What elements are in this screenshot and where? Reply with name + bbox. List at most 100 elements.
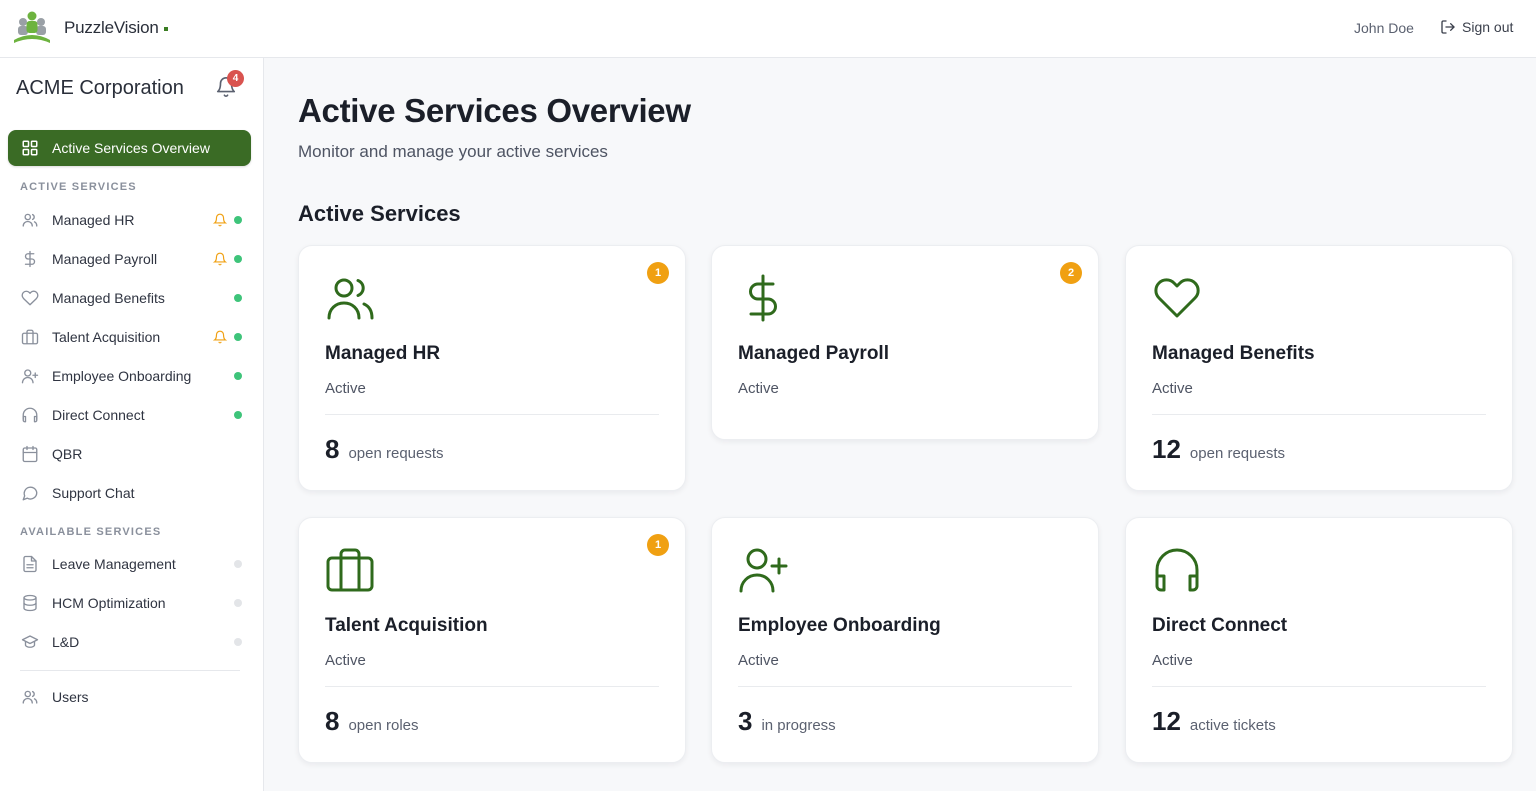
sidebar-item-label: L&D [52, 634, 80, 650]
sidebar-item-label: Active Services Overview [52, 140, 210, 156]
organization-name: ACME Corporation [16, 77, 184, 99]
headphones-icon [1152, 546, 1202, 594]
stat-unit: open roles [348, 717, 419, 734]
card-divider [738, 686, 1072, 687]
service-card-employee-onboarding[interactable]: Employee Onboarding Active 3 in progress [711, 517, 1099, 763]
service-stat: 8 open requests [325, 434, 444, 465]
notification-badge: 1 [647, 534, 669, 556]
brand-name: PuzzleVision [64, 18, 168, 38]
sidebar-divider [20, 670, 240, 671]
service-stat: 12 active tickets [1152, 706, 1276, 737]
service-name: Managed Benefits [1152, 343, 1315, 364]
service-name: Direct Connect [1152, 615, 1288, 636]
sidebar-item-label: Direct Connect [52, 407, 145, 423]
user-plus-icon [20, 366, 40, 386]
sidebar-item-l-and-d[interactable]: L&D [8, 625, 251, 659]
sidebar-item-support-chat[interactable]: Support Chat [8, 476, 251, 510]
service-card-managed-hr[interactable]: 1 Managed HR Active 8 open requests [298, 245, 686, 491]
service-status: Active [325, 652, 366, 669]
status-dot [234, 411, 242, 419]
sidebar-item-managed-payroll[interactable]: Managed Payroll [8, 242, 251, 276]
brand-dot [163, 26, 168, 31]
card-divider [325, 686, 659, 687]
sidebar-item-active-services-overview[interactable]: Active Services Overview [8, 130, 251, 166]
sidebar-item-managed-benefits[interactable]: Managed Benefits [8, 281, 251, 315]
heart-icon [1152, 274, 1202, 322]
sidebar-item-label: Support Chat [52, 485, 135, 501]
stat-number: 3 [738, 706, 753, 736]
sidebar-item-label: Leave Management [52, 556, 176, 572]
sidebar-item-label: QBR [52, 446, 83, 462]
service-stat: 3 in progress [738, 706, 836, 737]
stat-unit: active tickets [1189, 717, 1276, 734]
sign-out-button[interactable]: Sign out [1440, 19, 1513, 35]
sidebar-item-label: Managed Payroll [52, 251, 158, 267]
service-name: Talent Acquisition [325, 615, 488, 636]
chat-bubble-icon [20, 483, 40, 503]
heart-icon [20, 288, 40, 308]
status-dot [234, 294, 242, 302]
user-name[interactable]: John Doe [1354, 20, 1414, 36]
sidebar: ACME Corporation 4 Active Services Overv… [0, 58, 264, 791]
status-dot [234, 255, 242, 263]
status-dot [234, 638, 242, 646]
puzzlevision-logo[interactable] [12, 10, 52, 44]
briefcase-icon [20, 327, 40, 347]
alert-bell-icon [213, 213, 227, 227]
service-status: Active [738, 652, 779, 669]
briefcase-icon [325, 546, 375, 594]
stat-number: 8 [325, 434, 340, 464]
sidebar-item-direct-connect[interactable]: Direct Connect [8, 398, 251, 432]
card-divider [1152, 414, 1486, 415]
service-name: Managed HR [325, 343, 441, 364]
notification-badge: 1 [647, 262, 669, 284]
status-dot [234, 372, 242, 380]
dollar-icon [738, 274, 788, 322]
service-card-talent-acquisition[interactable]: 1 Talent Acquisition Active 8 open roles [298, 517, 686, 763]
status-dot [234, 599, 242, 607]
sign-out-label: Sign out [1462, 19, 1514, 35]
stat-number: 8 [325, 706, 340, 736]
service-stat: 12 open requests [1152, 434, 1285, 465]
sidebar-item-label: Managed Benefits [52, 290, 165, 306]
notifications-button[interactable]: 4 [215, 70, 244, 100]
stat-unit: in progress [761, 717, 836, 734]
service-status: Active [738, 380, 779, 397]
calendar-icon [20, 444, 40, 464]
users-icon [325, 274, 375, 322]
database-icon [20, 593, 40, 613]
dollar-icon [20, 249, 40, 269]
sidebar-item-managed-hr[interactable]: Managed HR [8, 203, 251, 237]
notification-count-badge: 4 [227, 70, 244, 87]
service-status: Active [1152, 380, 1193, 397]
users-icon [20, 687, 40, 707]
page-subtitle: Monitor and manage your active services [298, 142, 608, 161]
stat-number: 12 [1152, 434, 1181, 464]
service-card-direct-connect[interactable]: Direct Connect Active 12 active tickets [1125, 517, 1513, 763]
card-divider [1152, 686, 1486, 687]
card-divider [325, 414, 659, 415]
alert-bell-icon [213, 330, 227, 344]
sidebar-item-talent-acquisition[interactable]: Talent Acquisition [8, 320, 251, 354]
sidebar-item-leave-management[interactable]: Leave Management [8, 547, 251, 581]
sidebar-item-employee-onboarding[interactable]: Employee Onboarding [8, 359, 251, 393]
service-name: Managed Payroll [738, 343, 889, 364]
sidebar-item-label: HCM Optimization [52, 595, 166, 611]
sign-out-icon [1441, 20, 1455, 34]
available-services-heading: AVAILABLE SERVICES [20, 526, 162, 538]
sidebar-item-qbr[interactable]: QBR [8, 437, 251, 471]
service-name: Employee Onboarding [738, 615, 941, 636]
sidebar-item-label: Talent Acquisition [52, 329, 161, 345]
sidebar-item-label: Employee Onboarding [52, 368, 192, 384]
service-status: Active [1152, 652, 1193, 669]
service-card-managed-benefits[interactable]: Managed Benefits Active 12 open requests [1125, 245, 1513, 491]
sidebar-item-label: Managed HR [52, 212, 135, 228]
headphones-icon [20, 405, 40, 425]
status-dot [234, 560, 242, 568]
users-icon [20, 210, 40, 230]
sidebar-item-hcm-optimization[interactable]: HCM Optimization [8, 586, 251, 620]
sidebar-item-users[interactable]: Users [8, 680, 251, 714]
service-stat: 8 open roles [325, 706, 419, 737]
service-card-managed-payroll[interactable]: 2 Managed Payroll Active [711, 245, 1099, 440]
stat-unit: open requests [348, 445, 444, 462]
